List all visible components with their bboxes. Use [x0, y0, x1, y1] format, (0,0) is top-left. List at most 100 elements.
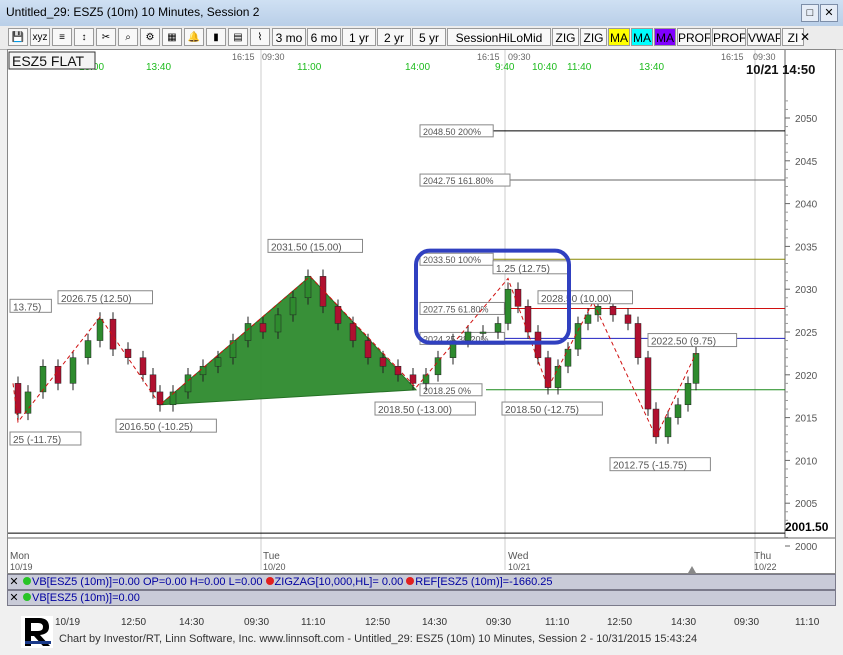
last-price-label: 2001.50 [785, 520, 829, 534]
candle-body [464, 331, 472, 341]
candle-body [84, 340, 92, 358]
candle-body [319, 276, 327, 307]
fib-label: 2027.75 61.80% [423, 304, 489, 314]
candle-body [24, 391, 32, 414]
top-session-label: 16:15 [477, 52, 500, 62]
time-axis-label: 12:50 [607, 617, 633, 628]
footer: Chart by Investor/RT, Linn Software, Inc… [7, 606, 836, 655]
candle-body [69, 357, 77, 384]
price-chart[interactable]: 2050 2045 2040 2035 2030 2025 2020 2015 2010 2005… [8, 50, 835, 573]
date-label: 10/22 [754, 562, 777, 572]
window-titlebar: Untitled_29: ESZ5 (10m) 10 Minutes, Sess… [0, 0, 843, 27]
candle-body [124, 348, 132, 358]
toolbar-close-icon[interactable]: ✕ [798, 28, 812, 46]
candle-body [434, 357, 442, 376]
candle-body [96, 318, 104, 341]
fib-label: 2018.25 0% [423, 386, 471, 396]
top-time-label: 11:00 [297, 62, 322, 73]
volume-icon[interactable]: ▮ [206, 28, 226, 46]
chart-icon[interactable]: ▦ [162, 28, 182, 46]
top-time-label: 10:40 [532, 62, 557, 73]
toolbar-button-ma[interactable]: MA [654, 28, 676, 46]
toolbar-button-sessionhilomid[interactable]: SessionHiLoMid [447, 28, 551, 46]
swing-label: 2018.50 (-12.75) [505, 405, 579, 416]
toolbar-button-prof[interactable]: PROF [677, 28, 711, 46]
indicator-row-2[interactable]: ✕ VB[ESZ5 (10m)]=0.00 [7, 590, 836, 606]
indicator-row-1[interactable]: ✕ VB[ESZ5 (10m)]=0.00 OP=0.00 H=0.00 L=0.… [7, 574, 836, 590]
toolbar-button-3-mo[interactable]: 3 mo [272, 28, 306, 46]
toolbar-button-6-mo[interactable]: 6 mo [307, 28, 341, 46]
profile-icon[interactable]: ▤ [228, 28, 248, 46]
time-axis-label: 09:30 [244, 617, 270, 628]
top-time-label: 13:40 [146, 62, 171, 73]
price-label: 2000 [795, 542, 818, 553]
red-dot-icon [406, 577, 415, 585]
save-icon[interactable]: 💾 [8, 28, 28, 46]
magnifier-icon[interactable]: ⌕ [118, 28, 138, 46]
gear-icon[interactable]: ⚙ [140, 28, 160, 46]
xyz-icon[interactable]: xyz [30, 28, 50, 46]
top-session-label: 16:15 [721, 52, 744, 62]
candle-body [574, 323, 582, 350]
top-time-label: 9:40 [495, 62, 515, 73]
top-session-label: 16:15 [232, 52, 255, 62]
time-axis-label: 11:10 [301, 617, 326, 628]
price-label: 2010 [795, 456, 818, 467]
close-button[interactable]: ✕ [820, 4, 838, 22]
time-axis-label: 12:50 [365, 617, 391, 628]
candle-body [609, 306, 617, 316]
toolbar-button-5-yr[interactable]: 5 yr [412, 28, 446, 46]
swing-label: 2018.50 (-13.00) [378, 405, 452, 416]
top-session-label: 09:30 [262, 52, 285, 62]
swing-label: 2031.50 (15.00) [271, 242, 342, 253]
toolbar-button-1-yr[interactable]: 1 yr [342, 28, 376, 46]
date-label: 10/20 [263, 562, 286, 572]
sort-icon[interactable]: ↕ [74, 28, 94, 46]
date-label: 10/19 [10, 562, 33, 572]
bell-icon[interactable]: 🔔 [184, 28, 204, 46]
toolbar-button-ma[interactable]: MA [608, 28, 630, 46]
toolbar-button-zig[interactable]: ZIG [552, 28, 579, 46]
candle-body [394, 365, 402, 376]
toolbar-button-2-yr[interactable]: 2 yr [377, 28, 411, 46]
indicator-value[interactable]: ZIGZAG[10,000,HL]= 0.00 [275, 576, 404, 588]
candle-body [624, 314, 632, 324]
fib-label: 2042.75 161.80% [423, 176, 494, 186]
fib-label: 2033.50 100% [423, 255, 481, 265]
time-axis-label: 14:30 [422, 617, 448, 628]
indicator-value[interactable]: REF[ESZ5 (10m)]=-1660.25 [415, 576, 552, 588]
price-label: 2045 [795, 157, 818, 168]
swing-label: 2026.75 (12.50) [61, 294, 132, 305]
indicator-close-icon[interactable]: ✕ [8, 591, 20, 605]
day-label: Thu [754, 551, 771, 562]
investor-rt-logo-icon [21, 616, 53, 648]
harmonic-pattern-triangle [158, 275, 418, 406]
restore-button[interactable]: □ [801, 4, 819, 22]
toolbar-button-vwap[interactable]: VWAP [747, 28, 781, 46]
toolbar-button-ma[interactable]: MA [631, 28, 653, 46]
candle-body [14, 383, 22, 414]
chart-panel[interactable]: 2050 2045 2040 2035 2030 2025 2020 2015 2010 2005… [7, 49, 836, 574]
indicator-value[interactable]: VB[ESZ5 (10m)]=0.00 [32, 592, 140, 604]
candle-body [259, 323, 267, 333]
scroll-marker-icon [688, 566, 696, 573]
indicator-close-icon[interactable]: ✕ [8, 575, 20, 589]
swing-label: 2016.50 (-10.25) [119, 422, 193, 433]
top-session-label: 09:30 [508, 52, 531, 62]
date-label: 10/21 [508, 562, 531, 572]
swing-label: 2028.50 (10.00) [541, 294, 612, 305]
price-label: 2050 [795, 114, 818, 125]
price-label: 2020 [795, 371, 818, 382]
stack-icon[interactable]: ≡ [52, 28, 72, 46]
swing-label: 2022.50 (9.75) [651, 337, 716, 348]
indicator-value[interactable]: VB[ESZ5 (10m)]=0.00 OP=0.00 H=0.00 L=0.0… [32, 576, 263, 588]
draw-icon[interactable]: ⌇ [250, 28, 270, 46]
toolbar-button-prof[interactable]: PROF [712, 28, 746, 46]
candle-body [229, 340, 237, 358]
swing-label: 25 (-11.75) [13, 435, 61, 446]
candle-body [184, 374, 192, 393]
top-time-label: 13:40 [639, 62, 664, 73]
time-axis-label: 11:10 [795, 617, 820, 628]
scissors-icon[interactable]: ✂ [96, 28, 116, 46]
toolbar-button-zig[interactable]: ZIG [580, 28, 607, 46]
